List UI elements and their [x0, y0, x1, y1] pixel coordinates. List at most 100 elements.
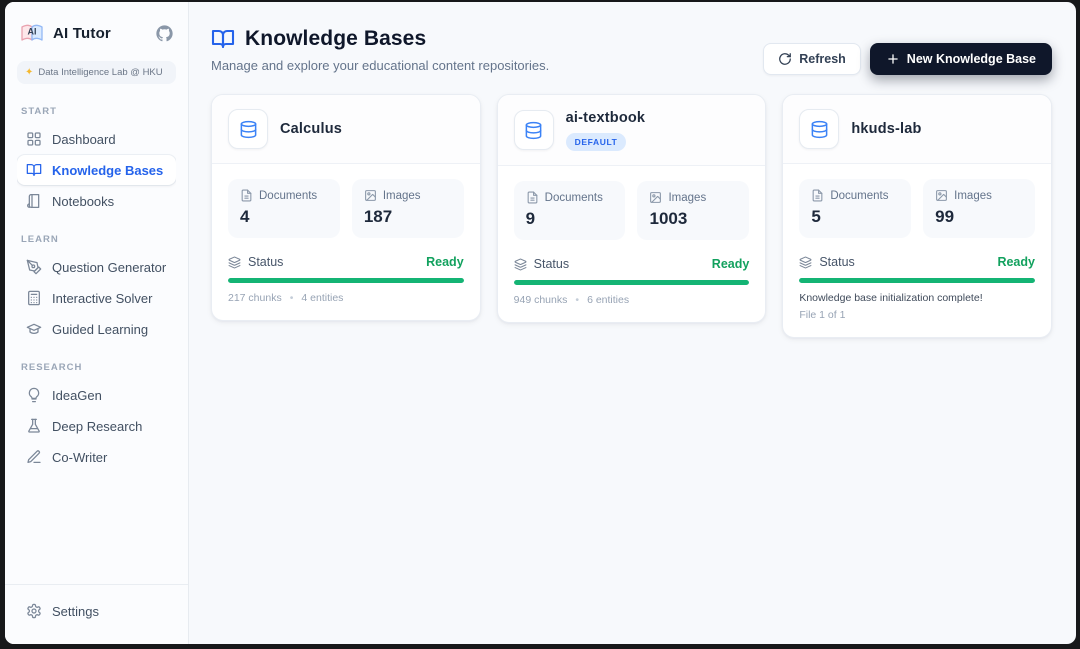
progress-bar	[799, 278, 1035, 283]
status-badge: Ready	[997, 255, 1035, 269]
kb-card-ai-textbook[interactable]: ai-textbook DEFAULT Documents 9 Images 1…	[496, 94, 767, 323]
kb-title: ai-textbook	[565, 110, 646, 126]
card-header: Calculus	[212, 95, 480, 164]
progress-bar-fill	[799, 278, 1035, 283]
progress-bar	[228, 278, 464, 283]
sidebar-item-label: Knowledge Bases	[52, 162, 164, 178]
sidebar-item-dashboard[interactable]: Dashboard	[17, 124, 176, 154]
sidebar-item-label: Dashboard	[52, 131, 116, 147]
sidebar-header: AI AI Tutor	[17, 16, 176, 50]
status-message: Knowledge base initialization complete!	[799, 292, 983, 304]
sidebar-item-co-writer[interactable]: Co-Writer	[17, 442, 176, 472]
sidebar-item-label: Question Generator	[52, 259, 167, 275]
sidebar-item-question-generator[interactable]: Question Generator	[17, 252, 176, 282]
sidebar: AI AI Tutor ✦ Data Intelligence Lab @ HK…	[5, 2, 189, 644]
new-knowledge-base-button[interactable]: New Knowledge Base	[869, 43, 1052, 75]
card-header: hkuds-lab	[783, 95, 1051, 164]
card-meta: 217 chunks 4 entities	[228, 292, 464, 304]
kb-card-hkuds-lab[interactable]: hkuds-lab Documents 5 Images 99 Status R…	[782, 94, 1052, 338]
main-content: Knowledge Bases Manage and explore your …	[189, 2, 1076, 644]
database-icon	[799, 109, 840, 149]
sidebar-item-interactive-solver[interactable]: Interactive Solver	[17, 283, 176, 313]
sidebar-item-ideagen[interactable]: IdeaGen	[17, 380, 176, 410]
kb-card-calculus[interactable]: Calculus Documents 4 Images 187 Status R…	[211, 94, 481, 321]
documents-label: Documents	[259, 189, 318, 202]
status-badge: Ready	[426, 255, 464, 269]
lab-badge-label: Data Intelligence Lab @ HKU	[38, 67, 163, 78]
sidebar-nav: START Dashboard Knowledge Bases Notebook…	[17, 84, 176, 584]
documents-label: Documents	[830, 189, 889, 202]
chunks-count: 949 chunks	[513, 294, 568, 306]
status-label: Status	[248, 255, 284, 269]
sidebar-item-deep-research[interactable]: Deep Research	[17, 411, 176, 441]
images-stat: Images 99	[923, 179, 1035, 238]
gear-icon	[26, 603, 42, 619]
images-label: Images	[954, 189, 992, 202]
new-knowledge-base-label: New Knowledge Base	[906, 52, 1036, 66]
page-header: Knowledge Bases Manage and explore your …	[189, 2, 1076, 75]
card-meta: 949 chunks 6 entities	[514, 294, 750, 306]
card-header: ai-textbook DEFAULT	[497, 95, 766, 166]
kb-title: hkuds-lab	[851, 121, 922, 137]
sidebar-item-knowledge-bases[interactable]: Knowledge Bases	[17, 155, 176, 185]
documents-value: 9	[525, 209, 536, 228]
pencil-icon	[26, 449, 42, 465]
section-label-learn: LEARN	[21, 234, 59, 245]
documents-stat: Documents 4	[228, 179, 340, 238]
entities-count: 6 entities	[587, 294, 630, 306]
card-body: Documents 5 Images 99 Status Ready Knowl…	[783, 164, 1051, 337]
sidebar-item-guided-learning[interactable]: Guided Learning	[17, 314, 176, 344]
refresh-button[interactable]: Refresh	[763, 43, 861, 75]
document-icon	[240, 189, 253, 202]
github-icon[interactable]	[154, 23, 174, 43]
image-icon	[649, 191, 662, 204]
sidebar-item-settings[interactable]: Settings	[26, 599, 167, 623]
images-value: 187	[363, 207, 393, 226]
app-logo-icon: AI	[19, 20, 45, 46]
database-icon	[513, 110, 554, 150]
book-open-icon	[26, 162, 42, 178]
image-icon	[935, 189, 948, 202]
status-row: Status Ready	[514, 257, 750, 271]
sidebar-item-label: Settings	[52, 603, 99, 619]
images-label: Images	[668, 191, 707, 204]
svg-text:AI: AI	[28, 27, 37, 37]
sidebar-item-label: IdeaGen	[52, 387, 102, 403]
dot-separator	[575, 294, 579, 306]
document-icon	[811, 189, 824, 202]
card-body: Documents 4 Images 187 Status Ready 217 …	[212, 164, 480, 320]
sparkle-icon: ✦	[25, 66, 34, 78]
sidebar-item-label: Co-Writer	[52, 449, 108, 465]
default-badge: DEFAULT	[565, 133, 627, 151]
sidebar-footer: Settings	[5, 584, 188, 644]
sidebar-item-notebooks[interactable]: Notebooks	[17, 186, 176, 216]
app-window: AI AI Tutor ✦ Data Intelligence Lab @ HK…	[5, 2, 1076, 644]
sidebar-item-label: Guided Learning	[52, 321, 149, 337]
section-label-start: START	[21, 106, 57, 117]
pen-nib-icon	[26, 259, 42, 275]
documents-stat: Documents 5	[799, 179, 912, 238]
documents-value: 5	[811, 207, 821, 226]
dot-separator	[290, 292, 294, 304]
card-body: Documents 9 Images 1003 Status Ready 949…	[498, 166, 766, 322]
calculator-icon	[26, 290, 42, 306]
progress-bar	[513, 280, 750, 285]
status-label: Status	[533, 257, 570, 271]
layers-icon	[799, 256, 812, 269]
dashboard-icon	[26, 131, 42, 147]
kb-title-block: ai-textbook DEFAULT	[565, 109, 646, 151]
page-subtitle: Manage and explore your educational cont…	[211, 58, 550, 73]
images-stat: Images 1003	[637, 181, 750, 240]
progress-bar-fill	[228, 278, 464, 283]
status-label: Status	[819, 255, 855, 269]
graduation-cap-icon	[26, 321, 42, 337]
progress-bar-fill	[513, 280, 750, 285]
app-title: AI Tutor	[53, 24, 111, 42]
plus-icon	[886, 52, 900, 66]
refresh-icon	[778, 52, 792, 66]
images-stat: Images 187	[351, 179, 464, 238]
chunks-count: 217 chunks	[228, 292, 282, 304]
status-badge: Ready	[711, 257, 750, 271]
knowledge-base-grid: Calculus Documents 4 Images 187 Status R…	[189, 73, 1076, 338]
document-icon	[526, 191, 539, 204]
